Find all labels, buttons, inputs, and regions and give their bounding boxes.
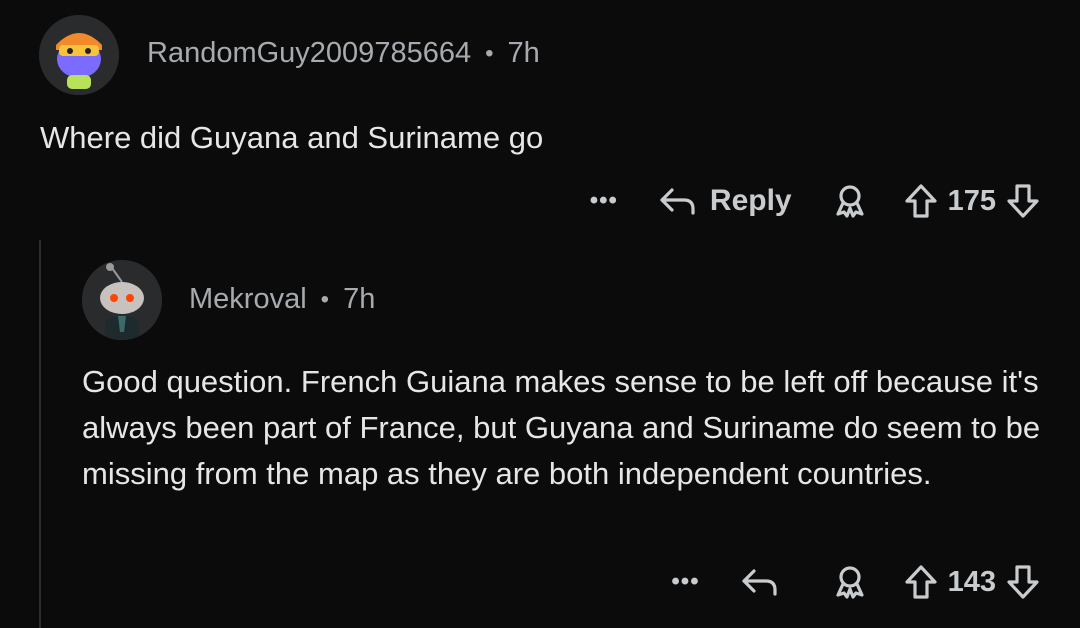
reply-meta: Mekroval • 7h	[189, 283, 375, 316]
upvote-icon	[905, 184, 937, 218]
downvote-button[interactable]	[1006, 564, 1040, 600]
award-button[interactable]	[832, 564, 868, 600]
comment-body: Where did Guyana and Suriname go	[40, 120, 544, 155]
reply-label: Reply	[709, 184, 792, 217]
reply-arrow-icon	[660, 188, 695, 215]
reply-arrow-icon	[742, 569, 777, 596]
separator-dot: •	[485, 39, 494, 67]
downvote-icon	[1007, 184, 1039, 218]
timestamp: 7h	[507, 37, 540, 69]
snoo-avatar-icon	[82, 260, 162, 340]
vote-score: 143	[947, 565, 996, 598]
award-button[interactable]	[832, 183, 868, 219]
downvote-button[interactable]	[1006, 183, 1040, 219]
more-options-button[interactable]: •••	[590, 187, 618, 215]
upvote-button[interactable]	[904, 564, 938, 600]
username[interactable]: Mekroval	[189, 283, 307, 316]
thread-line	[39, 240, 41, 628]
reply-body: Good question. French Guiana makes sense…	[82, 364, 1041, 491]
comment-actions: ••• Reply 175	[590, 176, 1040, 226]
avatar[interactable]	[39, 15, 119, 95]
comment-meta: RandomGuy2009785664 • 7h	[147, 37, 540, 70]
reply-actions: ••• 143	[671, 557, 1040, 607]
vote-controls: 143	[904, 564, 1040, 600]
award-icon	[836, 566, 864, 599]
vote-controls: 175	[904, 183, 1040, 219]
snoo-avatar-icon	[39, 15, 119, 95]
username[interactable]: RandomGuy2009785664	[147, 37, 471, 70]
vote-score: 175	[947, 184, 996, 217]
timestamp: 7h	[343, 283, 376, 315]
more-options-button[interactable]: •••	[671, 568, 699, 596]
downvote-icon	[1007, 565, 1039, 599]
reply-button[interactable]: Reply	[658, 184, 792, 218]
separator-dot: •	[320, 285, 330, 313]
upvote-button[interactable]	[904, 183, 938, 219]
reply-button[interactable]	[740, 566, 792, 598]
upvote-icon	[905, 565, 937, 599]
award-icon	[836, 185, 864, 218]
avatar[interactable]	[82, 260, 162, 340]
